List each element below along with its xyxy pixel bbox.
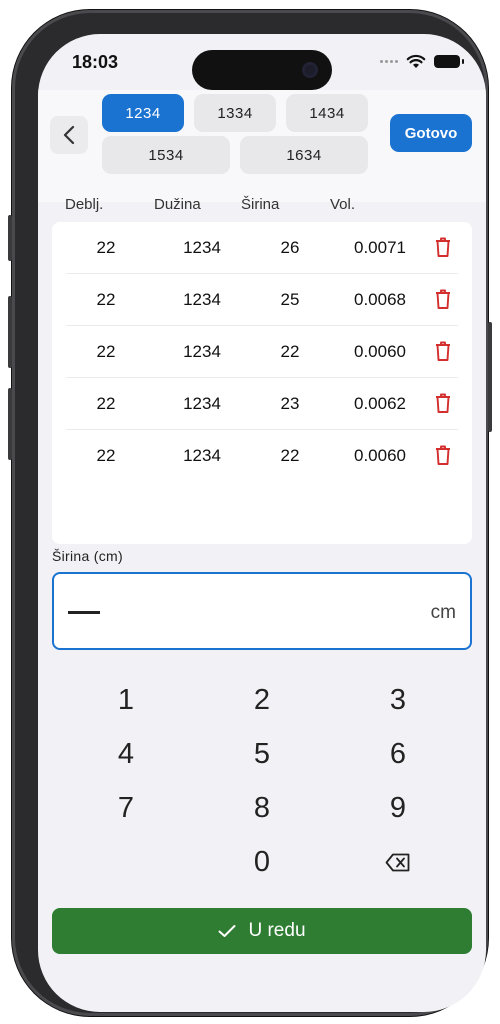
cell-deblj: 22 [96,238,116,257]
cell-vol: 0.0071 [354,238,406,257]
checkmark-icon [218,925,236,937]
ok-button[interactable]: U redu [52,908,472,954]
trash-icon[interactable] [434,340,452,362]
phone-side-button [488,322,492,432]
cell-vol: 0.0062 [354,394,406,413]
table-row: 22 1234 22 0.0060 [52,326,472,378]
backspace-key[interactable] [348,838,448,886]
key-8[interactable]: 8 [212,784,312,832]
key-9[interactable]: 9 [348,784,448,832]
cell-duzina: 1234 [183,290,221,309]
key-7[interactable]: 7 [76,784,176,832]
phone-frame: 18:03 1234 1334 1434 1534 1634 Gotovo De [8,10,492,1016]
cell-vol: 0.0068 [354,290,406,309]
phone-side-button [8,215,12,261]
phone-side-button [8,388,12,460]
cell-deblj: 22 [96,446,116,465]
cell-sirina: 22 [280,342,300,361]
cell-duzina: 1234 [183,238,221,257]
width-input[interactable]: cm [52,572,472,650]
app-screen: 18:03 1234 1334 1434 1534 1634 Gotovo De [38,34,486,1012]
column-header-duzina: Dužina [154,196,201,213]
cell-vol: 0.0060 [354,446,406,465]
signal-icon [380,60,398,63]
cell-sirina: 25 [280,290,300,309]
tab-1534[interactable]: 1534 [102,136,230,174]
wifi-icon [406,54,426,68]
tab-1634[interactable]: 1634 [240,136,368,174]
width-input-label: Širina (cm) [52,548,123,564]
key-1[interactable]: 1 [76,676,176,724]
cell-sirina: 22 [280,446,300,465]
tab-1234[interactable]: 1234 [102,94,184,132]
key-4[interactable]: 4 [76,730,176,778]
trash-icon[interactable] [434,444,452,466]
cell-sirina: 26 [280,238,300,257]
chevron-left-icon [63,125,75,145]
key-6[interactable]: 6 [348,730,448,778]
cell-vol: 0.0060 [354,342,406,361]
battery-icon [434,55,464,68]
phone-side-button [8,296,12,368]
input-unit: cm [430,602,456,623]
input-placeholder-dash [68,611,100,614]
table-row: 22 1234 26 0.0071 [52,222,472,274]
trash-icon[interactable] [434,288,452,310]
dynamic-island [192,50,332,90]
status-indicators [380,54,464,69]
cell-sirina: 23 [280,394,300,413]
back-button[interactable] [50,116,88,154]
cell-deblj: 22 [96,290,116,309]
ok-button-label: U redu [248,920,306,941]
key-2[interactable]: 2 [212,676,312,724]
backspace-icon [385,853,410,871]
column-header-vol: Vol. [330,196,356,213]
status-time: 18:03 [72,52,119,72]
key-0[interactable]: 0 [212,838,312,886]
cell-duzina: 1234 [183,342,221,361]
cell-deblj: 22 [96,394,116,413]
cell-deblj: 22 [96,342,116,361]
measurements-table: 22 1234 26 0.0071 22 1234 25 0.0068 22 1… [52,222,472,544]
table-row: 22 1234 22 0.0060 [52,430,472,482]
column-header-deblj: Deblj. [65,196,104,213]
done-button[interactable]: Gotovo [390,114,472,152]
cell-duzina: 1234 [183,394,221,413]
table-row: 22 1234 23 0.0062 [52,378,472,430]
cell-duzina: 1234 [183,446,221,465]
camera-icon [302,62,318,78]
trash-icon[interactable] [434,236,452,258]
key-3[interactable]: 3 [348,676,448,724]
key-5[interactable]: 5 [212,730,312,778]
trash-icon[interactable] [434,392,452,414]
column-header-sirina: Širina [241,196,280,213]
tab-1334[interactable]: 1334 [194,94,276,132]
tab-1434[interactable]: 1434 [286,94,368,132]
table-row: 22 1234 25 0.0068 [52,274,472,326]
